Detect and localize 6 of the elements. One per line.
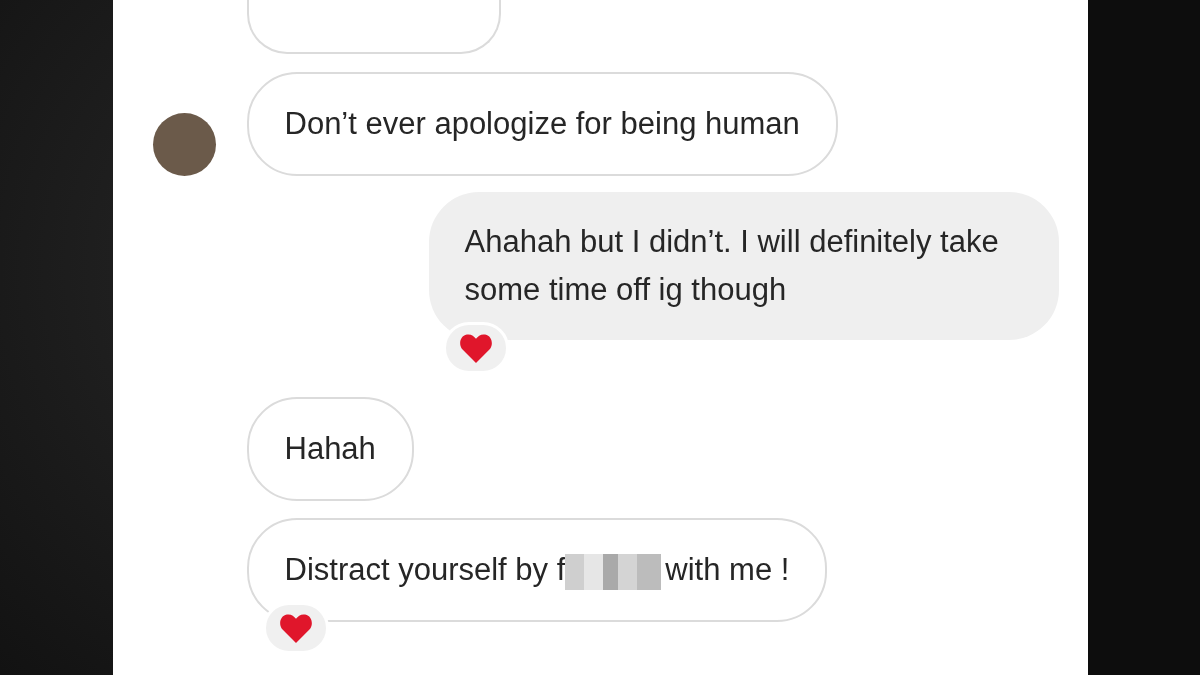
message-text: Hahah <box>284 431 376 466</box>
message-text: Ahahah but I didn’t. I will definitely take some time off ig though <box>464 224 999 307</box>
message-text: Distract yourself by f with me ! <box>284 552 790 587</box>
message-text: Don’t ever apologize for being human <box>284 106 800 141</box>
heart-icon <box>278 613 313 643</box>
heart-icon <box>458 333 493 363</box>
